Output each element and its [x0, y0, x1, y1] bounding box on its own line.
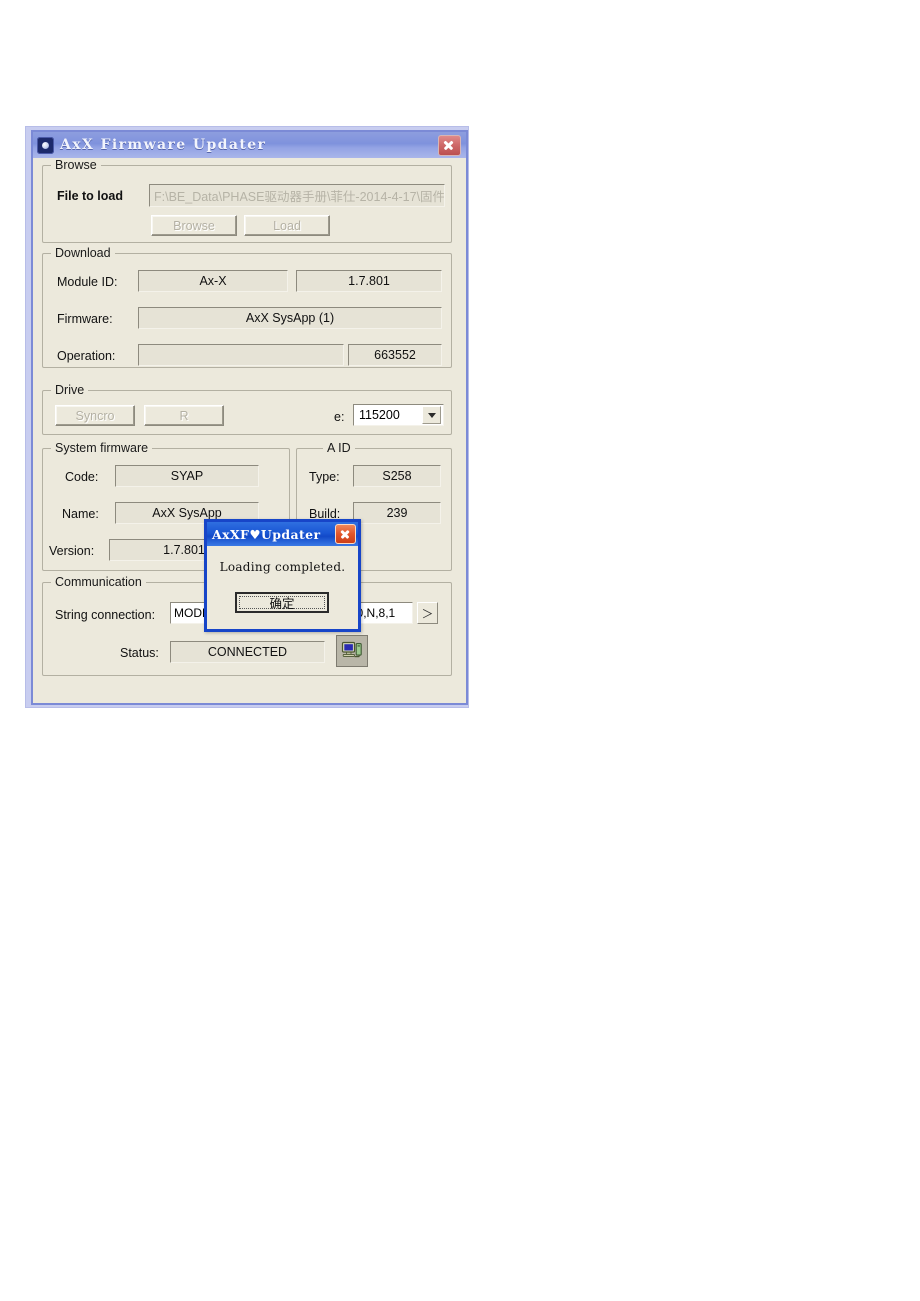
fpga-type-label: Type: — [309, 470, 340, 484]
version-label: Version: — [49, 544, 95, 558]
close-icon[interactable] — [438, 134, 461, 156]
baud-rate-label: e: — [334, 410, 345, 424]
dialog-title-bar[interactable]: AxXF♥Updater — [207, 522, 358, 546]
chevron-down-icon[interactable] — [422, 406, 441, 424]
firmware-updater-window: AxX Firmware Updater Browse File to load… — [31, 130, 468, 705]
module-version-value: 1.7.801 — [296, 270, 442, 292]
app-gear-icon — [37, 136, 54, 154]
download-group: Download Module ID: Ax-X 1.7.801 Firmwar… — [42, 246, 452, 368]
string-connection-label: String connection: — [55, 608, 156, 622]
baud-rate-value: 115200 — [359, 408, 400, 422]
drive-group-title: Drive — [51, 383, 89, 397]
dialog-title: AxXF♥Updater — [212, 526, 321, 542]
fpga-id-group-title: A ID — [323, 441, 355, 455]
load-button[interactable]: Load — [244, 215, 330, 236]
network-computer-icon[interactable] — [336, 635, 368, 667]
browse-group: Browse File to load F:\BE_Data\PHASE驱动器手… — [42, 158, 452, 243]
file-to-load-input[interactable]: F:\BE_Data\PHASE驱动器手册\菲仕-2014-4-17\固件 — [149, 184, 445, 207]
module-id-label: Module ID: — [57, 275, 118, 289]
code-value: SYAP — [115, 465, 259, 487]
window-title: AxX Firmware Updater — [60, 137, 267, 153]
file-to-load-label: File to load — [57, 189, 123, 203]
window-client-area: Browse File to load F:\BE_Data\PHASE驱动器手… — [33, 158, 466, 703]
fpga-build-value: 239 — [353, 502, 441, 524]
status-label: Status: — [120, 646, 159, 660]
dialog-ok-button-label: 确定 — [239, 596, 325, 611]
system-firmware-group-title: System firmware — [51, 441, 153, 455]
string-connection-expand-button[interactable]: ＞ — [417, 602, 438, 624]
syncro-button[interactable]: Syncro — [55, 405, 135, 426]
drive-group: Drive Syncro R e: 115200 — [42, 383, 452, 435]
dialog-body: Loading completed. 确定 — [207, 546, 358, 629]
operation-size-value: 663552 — [348, 344, 442, 366]
dialog-close-icon[interactable] — [335, 524, 356, 544]
baud-rate-select[interactable]: 115200 — [353, 404, 444, 426]
communication-group-title: Communication — [51, 575, 146, 589]
fpga-type-value: S258 — [353, 465, 441, 487]
status-value: CONNECTED — [170, 641, 325, 663]
firmware-label: Firmware: — [57, 312, 113, 326]
dialog-ok-button[interactable]: 确定 — [235, 592, 329, 613]
browse-button[interactable]: Browse — [151, 215, 237, 236]
operation-label: Operation: — [57, 349, 116, 363]
reset-button[interactable]: R — [144, 405, 224, 426]
module-id-value: Ax-X — [138, 270, 288, 292]
download-group-title: Download — [51, 246, 115, 260]
name-label: Name: — [62, 507, 99, 521]
browse-group-title: Browse — [51, 158, 101, 172]
window-title-bar[interactable]: AxX Firmware Updater — [33, 132, 466, 158]
operation-value — [138, 344, 344, 366]
dialog-message: Loading completed. — [219, 560, 346, 574]
code-label: Code: — [65, 470, 99, 484]
firmware-value: AxX SysApp (1) — [138, 307, 442, 329]
loading-completed-dialog: AxXF♥Updater Loading completed. 确定 — [204, 519, 361, 632]
